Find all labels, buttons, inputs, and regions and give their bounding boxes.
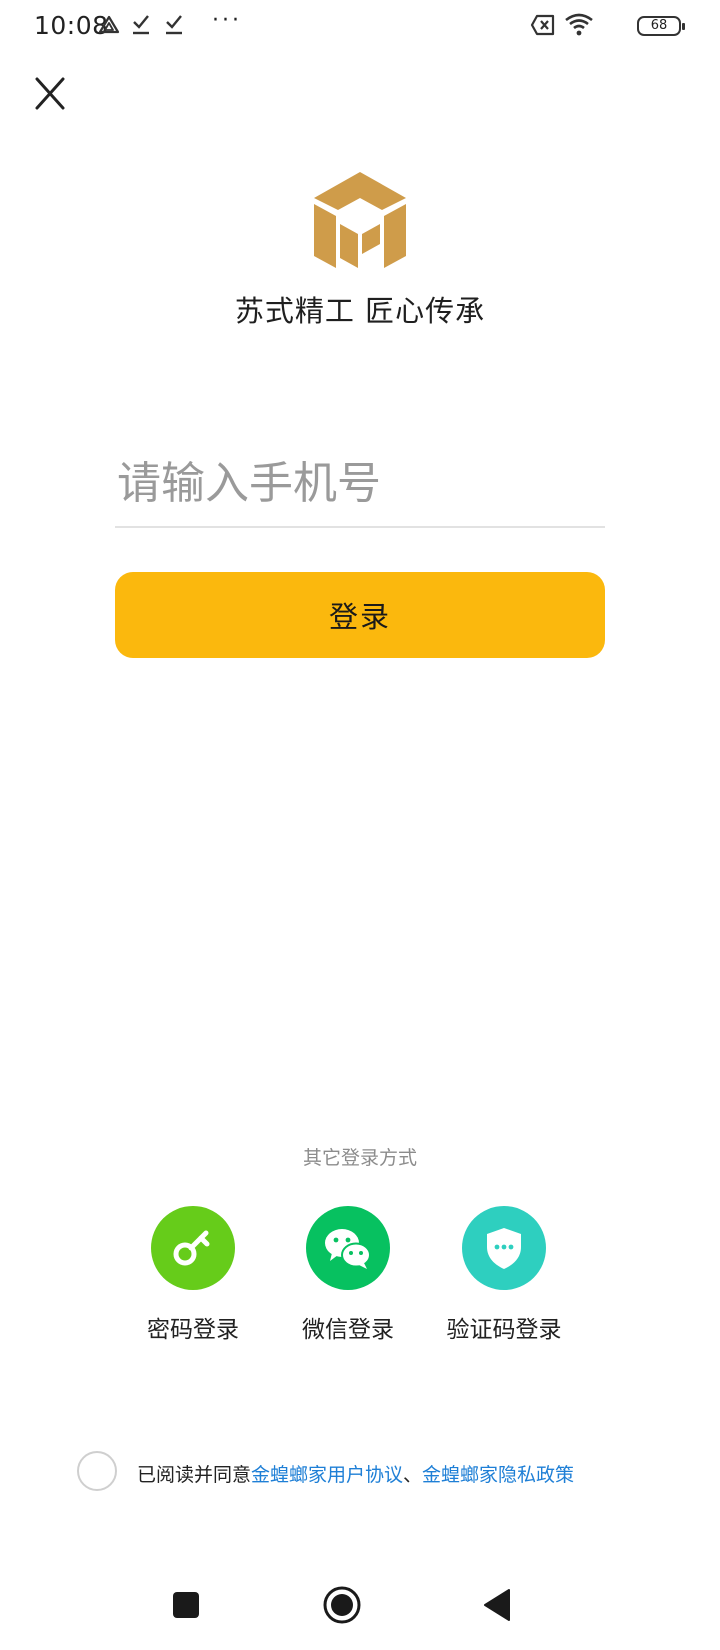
wifi-icon (564, 12, 594, 40)
battery-icon: 68 (637, 16, 685, 36)
login-screen: 10:08 ··· 68 苏式精工 匠心传承 请输入手机号 登录 其它登录方式 … (0, 0, 720, 1650)
sms-code-login-label: 验证码登录 (446, 1317, 562, 1343)
phone-input[interactable] (115, 440, 605, 528)
brand-slogan: 苏式精工 匠心传承 (234, 294, 486, 328)
recents-icon (173, 1592, 199, 1618)
sms-code-login-button[interactable]: 验证码登录 (429, 1206, 579, 1344)
recents-button[interactable] (151, 1570, 221, 1640)
back-icon (484, 1589, 510, 1621)
agreement-row: 已阅读并同意金蝗螂家用户协议、金蝗螂家隐私政策 (77, 1451, 677, 1491)
brand-logo (310, 168, 410, 272)
sim-off-icon (530, 14, 556, 40)
download-done-icon (130, 14, 152, 40)
agreement-checkbox[interactable] (77, 1451, 117, 1491)
agreement-text: 已阅读并同意金蝗螂家用户协议、金蝗螂家隐私政策 (137, 1460, 574, 1487)
more-notifications-icon: ··· (212, 8, 242, 33)
key-icon (151, 1206, 235, 1290)
close-button[interactable] (30, 74, 70, 114)
wechat-login-label: 微信登录 (302, 1317, 394, 1343)
system-nav-bar (0, 1570, 720, 1640)
back-button[interactable] (463, 1570, 533, 1640)
password-login-button[interactable]: 密码登录 (118, 1206, 268, 1344)
privacy-policy-link[interactable]: 金蝗螂家隐私政策 (422, 1464, 574, 1486)
wechat-login-button[interactable]: 微信登录 (273, 1206, 423, 1344)
download-done-icon (163, 14, 185, 40)
user-agreement-link[interactable]: 金蝗螂家用户协议 (251, 1464, 403, 1486)
password-login-label: 密码登录 (147, 1317, 239, 1343)
home-icon (323, 1586, 361, 1624)
agreement-prefix: 已阅读并同意 (137, 1464, 252, 1486)
shield-icon (462, 1206, 546, 1290)
other-login-title: 其它登录方式 (302, 1147, 417, 1169)
status-bar: 10:08 ··· 68 (0, 0, 720, 56)
agreement-separator: 、 (403, 1464, 423, 1486)
wechat-icon (306, 1206, 390, 1290)
drive-icon (98, 14, 120, 40)
close-icon (35, 77, 65, 110)
login-button[interactable]: 登录 (115, 572, 605, 658)
home-button[interactable] (307, 1570, 377, 1640)
